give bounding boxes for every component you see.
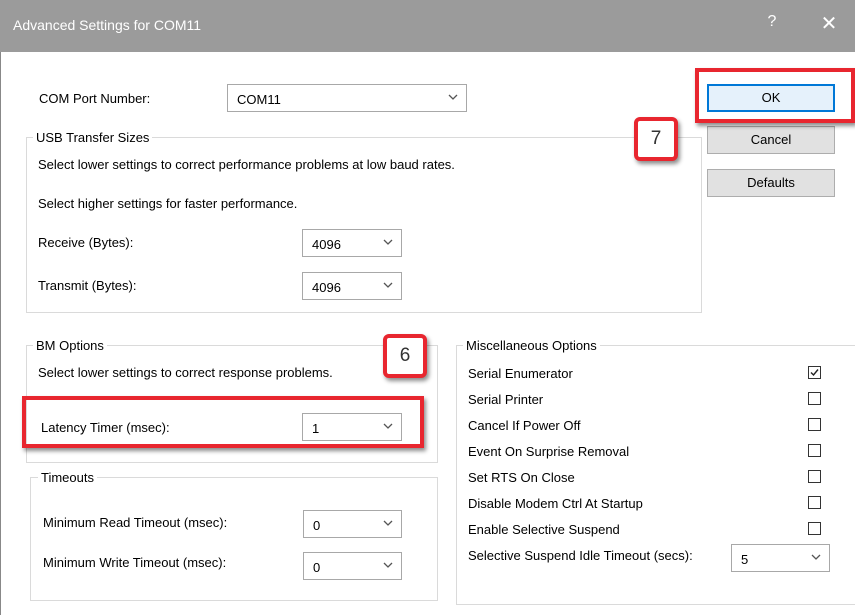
misc-option-label: Enable Selective Suspend: [468, 522, 620, 537]
window-title: Advanced Settings for COM11: [13, 17, 202, 33]
timeouts-title: Timeouts: [38, 470, 97, 485]
bm-desc: Select lower settings to correct respons…: [38, 365, 333, 380]
idle-timeout-label: Selective Suspend Idle Timeout (secs):: [468, 548, 693, 563]
set-rts-on-close-checkbox[interactable]: [808, 470, 821, 483]
chevron-down-icon: [448, 94, 458, 100]
idle-timeout-value: 5: [741, 552, 749, 567]
title-bar: Advanced Settings for COM11 ? ✕: [0, 0, 855, 52]
cancel-if-power-off-checkbox[interactable]: [808, 418, 821, 431]
step-badge-7: 7: [634, 117, 678, 161]
usb-desc-higher: Select higher settings for faster perfor…: [38, 196, 298, 211]
chevron-down-icon: [383, 282, 393, 288]
transmit-select[interactable]: 4096: [302, 272, 402, 300]
com-port-label: COM Port Number:: [39, 91, 151, 106]
serial-printer-checkbox[interactable]: [808, 392, 821, 405]
misc-option-label: Disable Modem Ctrl At Startup: [468, 496, 643, 511]
misc-option-label: Serial Enumerator: [468, 366, 573, 381]
write-timeout-value: 0: [313, 560, 321, 575]
chevron-down-icon: [383, 520, 393, 526]
read-timeout-value: 0: [313, 518, 321, 533]
transmit-label: Transmit (Bytes):: [38, 278, 137, 293]
misc-option-label: Cancel If Power Off: [468, 418, 581, 433]
read-timeout-select[interactable]: 0: [303, 510, 402, 538]
ok-highlight-box: [695, 68, 855, 123]
serial-enumerator-checkbox[interactable]: [808, 366, 821, 379]
bm-options-title: BM Options: [33, 338, 107, 353]
help-button[interactable]: ?: [760, 13, 784, 31]
usb-desc-lower: Select lower settings to correct perform…: [38, 157, 455, 172]
event-on-surprise-removal-checkbox[interactable]: [808, 444, 821, 457]
misc-option-label: Serial Printer: [468, 392, 544, 407]
step-badge-6: 6: [383, 334, 427, 378]
timeouts-group: [30, 477, 438, 601]
misc-option-label: Event On Surprise Removal: [468, 444, 630, 459]
close-button[interactable]: ✕: [815, 11, 843, 36]
misc-option-label: Set RTS On Close: [468, 470, 575, 485]
dialog-border: [0, 52, 1, 615]
com-port-select[interactable]: COM11: [227, 84, 467, 112]
checkmark-icon: [810, 369, 819, 377]
receive-value: 4096: [312, 237, 341, 252]
transmit-value: 4096: [312, 280, 341, 295]
enable-selective-suspend-checkbox[interactable]: [808, 522, 821, 535]
com-port-value: COM11: [237, 92, 281, 107]
receive-label: Receive (Bytes):: [38, 235, 134, 250]
idle-timeout-select[interactable]: 5: [731, 544, 830, 572]
chevron-down-icon: [383, 562, 393, 568]
disable-modem-ctrl-checkbox[interactable]: [808, 496, 821, 509]
chevron-down-icon: [383, 239, 393, 245]
latency-highlight-box: [22, 396, 424, 448]
chevron-down-icon: [811, 554, 821, 560]
cancel-button[interactable]: Cancel: [707, 126, 835, 154]
usb-transfer-title: USB Transfer Sizes: [33, 130, 153, 145]
defaults-button[interactable]: Defaults: [707, 169, 835, 197]
write-timeout-select[interactable]: 0: [303, 552, 402, 580]
read-timeout-label: Minimum Read Timeout (msec):: [43, 515, 228, 530]
write-timeout-label: Minimum Write Timeout (msec):: [43, 555, 227, 570]
misc-options-title: Miscellaneous Options: [463, 338, 600, 353]
receive-select[interactable]: 4096: [302, 229, 402, 257]
